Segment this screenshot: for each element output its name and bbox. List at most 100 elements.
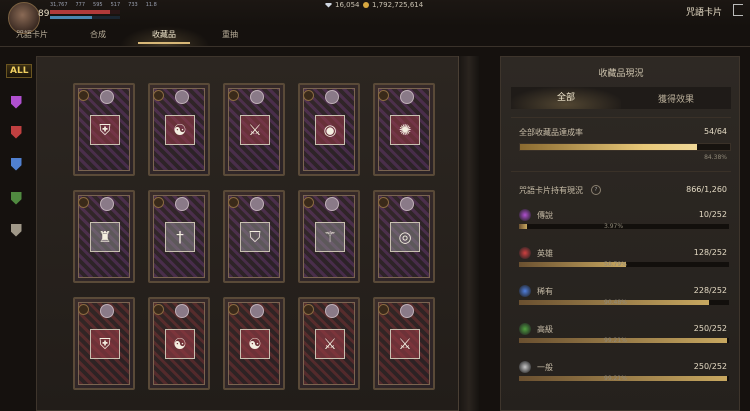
stat-value: 595 [93, 2, 103, 8]
grade-value: 228/252 [693, 286, 727, 295]
spell-card[interactable]: ⛨ [73, 297, 135, 390]
dragon-icon: ✺ [390, 115, 420, 145]
grade-name: 稀有 [537, 287, 553, 296]
filter-all-button[interactable]: ALL [6, 64, 33, 78]
help-icon[interactable]: ? [591, 185, 601, 195]
hp-bar [50, 10, 120, 14]
card-crest-icon [325, 90, 339, 104]
card-grade-badge [378, 90, 389, 101]
card-grade-badge [228, 90, 239, 101]
gold-coin-icon [363, 2, 369, 8]
tab-redraw[interactable]: 重抽 [200, 29, 260, 40]
spell-card[interactable]: ◉ [298, 83, 360, 176]
swirl-icon: ☯ [165, 329, 195, 359]
grade-filter-nav: ALL [0, 56, 34, 411]
stat-value: 777 [75, 2, 86, 8]
grade-name: 傳說 [537, 211, 553, 220]
blade-icon: ⚚ [315, 222, 345, 252]
tab-all[interactable]: 全部 [511, 87, 621, 109]
swirl-icon: ☯ [165, 115, 195, 145]
grade-percent: 50.79% [604, 261, 627, 268]
window-title: 咒語卡片 [685, 8, 722, 18]
spell-card[interactable]: ⛨ [73, 83, 135, 176]
card-grade-badge [78, 90, 89, 101]
stat-value: 733 [128, 2, 138, 8]
spell-card[interactable]: ⚔ [373, 297, 435, 390]
grade-percent: 3.97% [604, 223, 624, 230]
card-crest-icon [250, 197, 264, 211]
card-grade-badge [378, 304, 389, 315]
grade-icon [519, 285, 531, 297]
card-grade-badge [228, 197, 239, 208]
card-crest-icon [400, 90, 414, 104]
spell-holdings-value: 866/1,260 [686, 185, 727, 194]
tab-spell-cards[interactable]: 咒語卡片 [2, 29, 62, 40]
spell-card[interactable]: ✺ [373, 83, 435, 176]
overall-value: 54/64 [703, 127, 727, 136]
card-crest-icon [250, 90, 264, 104]
gem-currency: 16,054 [325, 1, 360, 9]
spell-card[interactable]: ⛉ [223, 190, 285, 283]
panel-title: 收藏品現況 [598, 69, 644, 79]
spell-card[interactable]: ⚚ [298, 190, 360, 283]
card-crest-icon [325, 304, 339, 318]
spell-card[interactable]: ☯ [148, 297, 210, 390]
card-crest-icon [175, 197, 189, 211]
orb-icon: ◎ [390, 222, 420, 252]
stat-value: 11.8 [145, 2, 157, 8]
card-grade-badge [78, 197, 89, 208]
card-crest-icon [100, 304, 114, 318]
card-grade-badge [153, 90, 164, 101]
spell-card[interactable]: ☯ [223, 297, 285, 390]
player-level: 89 [38, 9, 50, 19]
grade-percent: 99.21% [604, 337, 627, 344]
rare-filter-icon[interactable] [8, 156, 24, 172]
shield-icon: ⛨ [90, 115, 120, 145]
overall-label: 全部收藏品達成率 [519, 128, 583, 137]
card-grade-badge [228, 304, 239, 315]
card-crest-icon [175, 90, 189, 104]
common-filter-icon[interactable] [8, 222, 24, 238]
card-grade-badge [153, 304, 164, 315]
card-crest-icon [100, 90, 114, 104]
card-crest-icon [325, 197, 339, 211]
grade-name: 高級 [537, 325, 553, 334]
gem-icon [325, 2, 332, 8]
exit-icon[interactable] [733, 4, 743, 16]
card-grade-badge [153, 197, 164, 208]
grade-name: 英雄 [537, 249, 553, 258]
overall-progress-bar [519, 143, 731, 151]
grade-percent: 90.48% [604, 299, 627, 306]
spell-card[interactable]: ◎ [373, 190, 435, 283]
swirl-icon: ☯ [240, 329, 270, 359]
crossed-swords-icon: ⚔ [240, 115, 270, 145]
grade-icon [519, 323, 531, 335]
spell-card[interactable]: ⚔ [223, 83, 285, 176]
card-grade-badge [303, 90, 314, 101]
tab-collection[interactable]: 收藏品 [134, 29, 194, 44]
grade-value: 128/252 [693, 248, 727, 257]
eye-icon: ◉ [315, 115, 345, 145]
spell-card[interactable]: ⚔ [298, 297, 360, 390]
gem-amount: 16,054 [335, 1, 360, 9]
spell-card[interactable]: † [148, 190, 210, 283]
tab-synthesis[interactable]: 合成 [68, 29, 128, 40]
tab-effects[interactable]: 獲得效果 [621, 92, 731, 105]
grade-value: 10/252 [698, 210, 727, 219]
card-crest-icon [175, 304, 189, 318]
heroic-filter-icon[interactable] [8, 124, 24, 140]
crossed-swords-icon: ⚔ [315, 329, 345, 359]
stat-value: 517 [110, 2, 121, 8]
exp-bar [50, 16, 120, 19]
spell-card[interactable]: ☯ [148, 83, 210, 176]
card-grade-badge [303, 304, 314, 315]
advanced-filter-icon[interactable] [8, 190, 24, 206]
player-stats: 31,767 777 595 517 733 11.8 [50, 2, 157, 8]
grade-icon [519, 247, 531, 259]
stat-value: 31,767 [50, 2, 68, 8]
spell-holdings-label: 咒語卡片持有現況 [519, 186, 583, 195]
overall-percent: 84.38% [704, 154, 727, 161]
legendary-filter-icon[interactable] [8, 94, 24, 110]
spell-card[interactable]: ♜ [73, 190, 135, 283]
grade-icon [519, 209, 531, 221]
